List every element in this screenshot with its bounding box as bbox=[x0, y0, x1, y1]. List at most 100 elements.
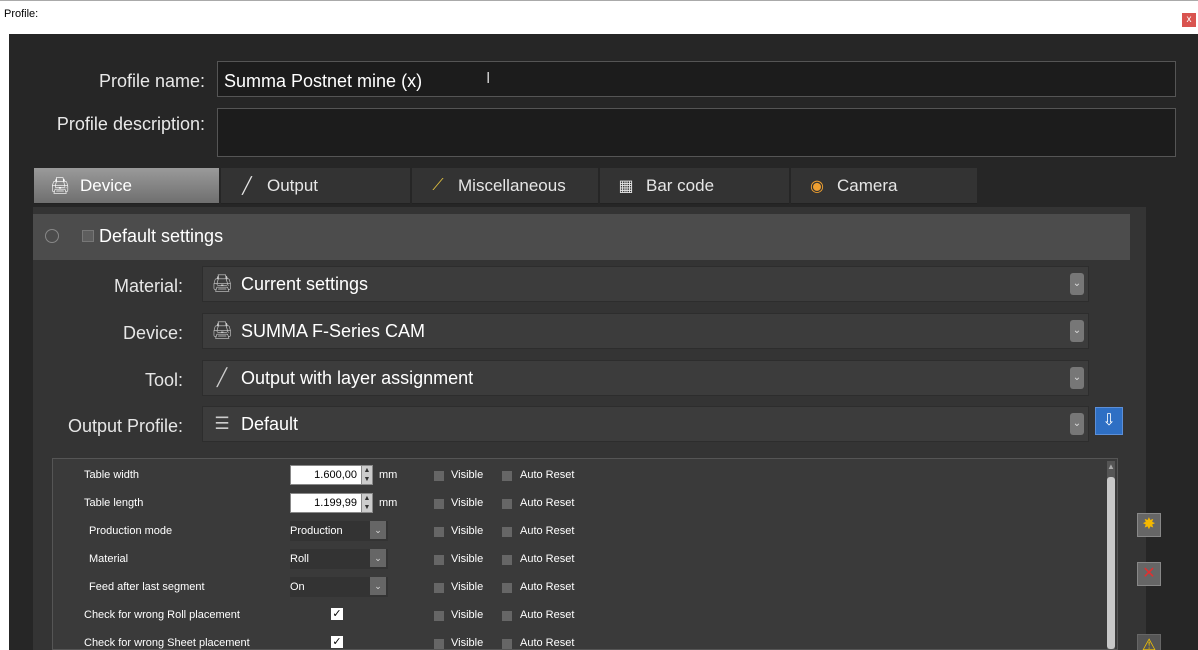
tool-select[interactable]: ╱ Output with layer assignment ⌄ bbox=[202, 360, 1089, 396]
visible-label: Visible bbox=[451, 497, 484, 509]
chevron-down-icon[interactable]: ⌄ bbox=[1070, 413, 1084, 435]
row-name: Feed after last segment bbox=[89, 581, 205, 593]
close-button[interactable]: x bbox=[1182, 13, 1196, 27]
download-profile-button[interactable]: ⇩ bbox=[1095, 407, 1123, 435]
output-profile-value: Default bbox=[241, 413, 299, 434]
auto-reset-label: Auto Reset bbox=[520, 553, 575, 565]
printer-icon: 🖨 bbox=[211, 274, 233, 293]
wand-icon: ⟋ bbox=[432, 176, 444, 194]
tab-miscellaneous[interactable]: ⟋ Miscellaneous bbox=[412, 168, 598, 204]
auto-reset-checkbox[interactable] bbox=[502, 583, 512, 593]
output-profile-select[interactable]: ☰ Default ⌄ bbox=[202, 406, 1089, 442]
text-cursor-icon: I bbox=[486, 70, 491, 87]
material-value: Current settings bbox=[241, 273, 369, 294]
table-row: Check for wrong Sheet placement ✓ Visibl… bbox=[53, 630, 1103, 650]
delete-x-icon: ✕ bbox=[1142, 565, 1156, 582]
profile-name-label: Profile name: bbox=[98, 71, 205, 91]
default-settings-radio[interactable] bbox=[45, 229, 59, 243]
table-row: Check for wrong Roll placement ✓ Visible… bbox=[53, 602, 1103, 630]
row-name: Material bbox=[89, 553, 129, 565]
chevron-down-icon[interactable]: ⌄ bbox=[370, 577, 386, 595]
unit-label: mm bbox=[379, 469, 398, 481]
visible-label: Visible bbox=[451, 637, 484, 649]
tab-device-label: Device bbox=[80, 175, 132, 195]
chevron-down-icon[interactable]: ⌄ bbox=[1070, 320, 1084, 342]
tab-output[interactable]: ╱ Output bbox=[221, 168, 410, 204]
visible-checkbox[interactable] bbox=[434, 499, 444, 509]
new-item-button[interactable]: ✸ bbox=[1137, 513, 1161, 537]
auto-reset-label: Auto Reset bbox=[520, 609, 575, 621]
table-row: Material Roll ⌄ Visible Auto Reset bbox=[53, 546, 1103, 574]
visible-label: Visible bbox=[451, 469, 484, 481]
table-length-input[interactable]: 1.199,99 bbox=[290, 493, 362, 513]
tool-label: Tool: bbox=[144, 370, 183, 390]
title-bar: Profile: x bbox=[0, 0, 1198, 33]
auto-reset-checkbox[interactable] bbox=[502, 527, 512, 537]
visible-checkbox[interactable] bbox=[434, 639, 444, 649]
table-row: Feed after last segment On ⌄ Visible Aut… bbox=[53, 574, 1103, 602]
sheet-placement-checkbox[interactable]: ✓ bbox=[331, 636, 343, 648]
unit-label: mm bbox=[379, 497, 398, 509]
auto-reset-checkbox[interactable] bbox=[502, 639, 512, 649]
tab-camera[interactable]: ◉ Camera bbox=[791, 168, 977, 204]
pen-icon: ╱ bbox=[242, 177, 252, 195]
auto-reset-checkbox[interactable] bbox=[502, 555, 512, 565]
table-row: Table length 1.199,99 ▲ ▼ mm Visible Auto… bbox=[53, 490, 1103, 518]
profile-name-value: Summa Postnet mine (x) bbox=[224, 71, 423, 91]
row-name: Check for wrong Sheet placement bbox=[84, 637, 250, 649]
auto-reset-checkbox[interactable] bbox=[502, 471, 512, 481]
production-mode-value: Production bbox=[290, 525, 343, 537]
visible-checkbox[interactable] bbox=[434, 527, 444, 537]
device-select[interactable]: 🖨 SUMMA F-Series CAM ⌄ bbox=[202, 313, 1089, 349]
profile-description-input[interactable] bbox=[217, 108, 1176, 157]
chevron-down-icon[interactable]: ⌄ bbox=[370, 549, 386, 567]
visible-label: Visible bbox=[451, 581, 484, 593]
scrollbar-thumb[interactable] bbox=[1107, 477, 1115, 649]
row-name: Production mode bbox=[89, 525, 173, 537]
tab-device[interactable]: 🖨 Device bbox=[34, 168, 219, 204]
visible-label: Visible bbox=[451, 553, 484, 565]
tab-bar-code[interactable]: ▦ Bar code bbox=[600, 168, 789, 204]
visible-checkbox[interactable] bbox=[434, 555, 444, 565]
scroll-up-icon[interactable]: ▲ bbox=[1107, 461, 1115, 473]
row-name: Table width bbox=[84, 469, 140, 481]
feed-after-last-segment-value: On bbox=[290, 581, 305, 593]
spinner-icon[interactable]: ▲ ▼ bbox=[361, 493, 373, 513]
tab-output-label: Output bbox=[267, 175, 319, 195]
chevron-down-icon[interactable]: ⌄ bbox=[370, 521, 386, 539]
visible-checkbox[interactable] bbox=[434, 611, 444, 621]
spinner-icon[interactable]: ▲ ▼ bbox=[361, 465, 373, 485]
visible-label: Visible bbox=[451, 525, 484, 537]
warning-button[interactable]: ⚠ bbox=[1137, 634, 1161, 650]
tool-value: Output with layer assignment bbox=[241, 367, 474, 388]
roll-placement-checkbox[interactable]: ✓ bbox=[331, 608, 343, 620]
row-name: Check for wrong Roll placement bbox=[84, 609, 240, 621]
chevron-down-icon[interactable]: ⌄ bbox=[1070, 273, 1084, 295]
auto-reset-checkbox[interactable] bbox=[502, 499, 512, 509]
table-width-input[interactable]: 1.600,00 bbox=[290, 465, 362, 485]
eye-icon: ◉ bbox=[810, 177, 824, 195]
auto-reset-checkbox[interactable] bbox=[502, 611, 512, 621]
profile-description-label: Profile description: bbox=[56, 114, 205, 134]
delete-item-button[interactable]: ✕ bbox=[1137, 562, 1161, 586]
window-title: Profile: bbox=[4, 8, 39, 20]
tab-camera-label: Camera bbox=[837, 175, 898, 195]
visible-checkbox[interactable] bbox=[434, 471, 444, 481]
device-icon: 🖨 bbox=[50, 177, 71, 195]
star-burst-icon: ✸ bbox=[1142, 516, 1156, 533]
device-value: SUMMA F-Series CAM bbox=[241, 320, 426, 341]
tab-bar-code-label: Bar code bbox=[646, 175, 715, 195]
tab-miscellaneous-label: Miscellaneous bbox=[458, 175, 566, 195]
chevron-down-icon[interactable]: ⌄ bbox=[1070, 367, 1084, 389]
material-select[interactable]: 🖨 Current settings ⌄ bbox=[202, 266, 1089, 302]
default-settings-row: Default settings bbox=[33, 214, 1130, 260]
barcode-icon: ▦ bbox=[618, 177, 634, 195]
default-settings-label: Default settings bbox=[99, 226, 224, 246]
device-label: Device: bbox=[122, 323, 183, 343]
visible-checkbox[interactable] bbox=[434, 583, 444, 593]
profile-name-input[interactable]: Summa Postnet mine (x) bbox=[217, 61, 1176, 97]
warning-icon: ⚠ bbox=[1141, 637, 1157, 650]
material-label: Material: bbox=[113, 276, 183, 296]
default-settings-checkbox[interactable] bbox=[82, 230, 94, 242]
profile-dialog: Profile name: Summa Postnet mine (x) I P… bbox=[9, 34, 1198, 650]
